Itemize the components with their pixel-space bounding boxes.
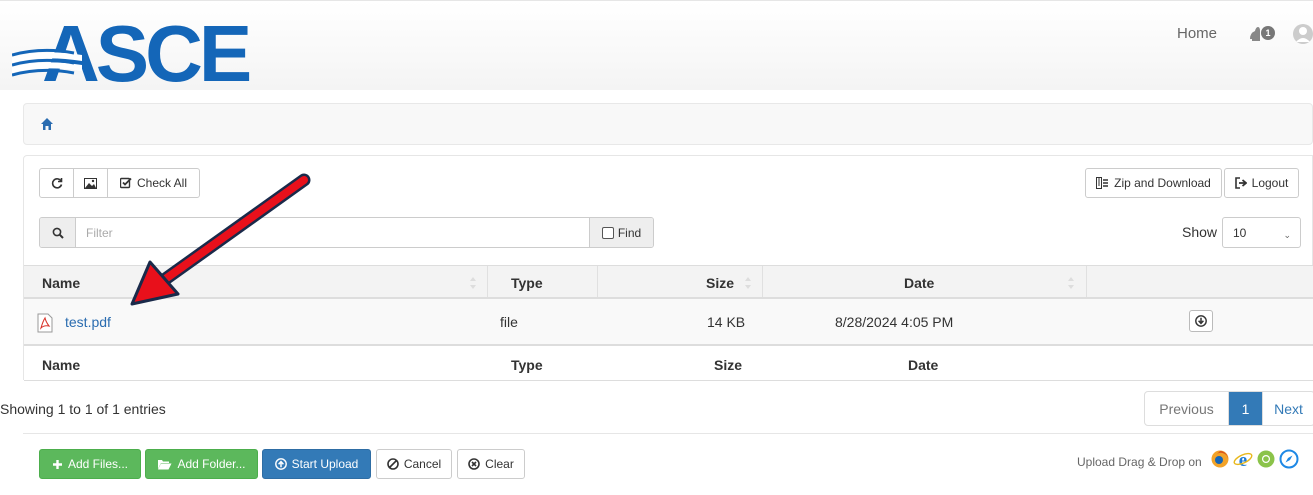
nav-home-link[interactable]: Home bbox=[1177, 25, 1217, 42]
filter-search-addon bbox=[40, 218, 76, 247]
file-type-cell: file bbox=[500, 314, 518, 330]
plus-icon bbox=[52, 459, 62, 469]
file-name-link[interactable]: test.pdf bbox=[65, 314, 111, 330]
column-footer-type: Type bbox=[511, 357, 543, 373]
add-folder-button[interactable]: Add Folder... bbox=[145, 449, 258, 479]
page-header: ASCE Home 1 bbox=[0, 0, 1313, 90]
file-size-cell: 14 KB bbox=[707, 314, 746, 330]
column-header-name[interactable]: Name bbox=[42, 275, 80, 291]
download-button[interactable] bbox=[1189, 310, 1213, 332]
start-upload-button[interactable]: Start Upload bbox=[262, 449, 371, 479]
logout-button[interactable]: Logout bbox=[1224, 168, 1299, 198]
sort-icon[interactable] bbox=[1067, 276, 1075, 290]
zip-download-button[interactable]: Zip and Download bbox=[1085, 168, 1222, 198]
clear-button[interactable]: Clear bbox=[457, 449, 525, 479]
add-files-label: Add Files... bbox=[67, 457, 129, 471]
logo-text: ASCE bbox=[42, 11, 250, 87]
safari-icon bbox=[1279, 449, 1299, 469]
column-footer-name: Name bbox=[42, 357, 81, 373]
ban-icon bbox=[387, 458, 399, 470]
logout-icon bbox=[1234, 177, 1247, 189]
pagination: Previous 1 Next bbox=[1144, 391, 1313, 426]
column-footer-date: Date bbox=[908, 357, 939, 373]
start-upload-label: Start Upload bbox=[291, 457, 359, 471]
pagination-page-1[interactable]: 1 bbox=[1229, 392, 1263, 425]
sort-icon[interactable] bbox=[469, 276, 477, 290]
notification-count: 1 bbox=[1265, 28, 1270, 38]
pdf-icon bbox=[37, 313, 53, 333]
home-icon[interactable] bbox=[40, 117, 54, 131]
search-icon bbox=[52, 227, 64, 239]
chevron-down-icon: ⌄ bbox=[1283, 230, 1291, 240]
zip-archive-icon bbox=[1096, 177, 1109, 189]
clear-label: Clear bbox=[485, 457, 514, 471]
column-header-type[interactable]: Type bbox=[511, 275, 543, 291]
svg-text:e: e bbox=[1239, 450, 1247, 469]
cancel-button[interactable]: Cancel bbox=[376, 449, 452, 479]
column-footer-size: Size bbox=[714, 357, 743, 373]
close-circle-icon bbox=[468, 458, 480, 470]
download-circle-icon bbox=[1195, 315, 1207, 327]
add-folder-label: Add Folder... bbox=[177, 457, 246, 471]
entries-info: Showing 1 to 1 of 1 entries bbox=[0, 401, 166, 417]
show-entries-label: Show bbox=[1182, 224, 1218, 240]
table-footer-row: Name Type Size Date bbox=[24, 344, 1313, 381]
file-date-cell: 8/28/2024 4:05 PM bbox=[835, 314, 954, 330]
ie-icon: e bbox=[1233, 450, 1253, 469]
breadcrumb bbox=[23, 103, 1313, 145]
supported-browsers: e bbox=[1210, 449, 1299, 469]
logout-label: Logout bbox=[1251, 176, 1289, 190]
asce-logo[interactable]: ASCE bbox=[12, 11, 262, 87]
image-icon bbox=[84, 177, 97, 189]
show-entries-value: 10 bbox=[1233, 225, 1247, 240]
find-toggle[interactable]: Find bbox=[589, 218, 653, 247]
sort-icon[interactable] bbox=[744, 276, 752, 290]
column-header-size[interactable]: Size bbox=[706, 275, 734, 291]
find-checkbox[interactable] bbox=[601, 226, 614, 239]
upload-circle-icon bbox=[274, 458, 287, 470]
notification-bell-icon[interactable]: 1 bbox=[1248, 25, 1276, 43]
find-label: Find bbox=[617, 225, 642, 240]
pagination-previous[interactable]: Previous bbox=[1145, 392, 1229, 425]
drag-drop-text: Upload Drag & Drop on bbox=[1077, 455, 1202, 469]
user-avatar-icon[interactable] bbox=[1292, 23, 1313, 45]
folder-open-icon bbox=[158, 459, 172, 469]
zip-download-label: Zip and Download bbox=[1114, 176, 1211, 190]
chrome-icon bbox=[1257, 450, 1275, 468]
annotation-arrow bbox=[130, 173, 311, 306]
show-entries-select[interactable]: 10 ⌄ bbox=[1222, 217, 1301, 248]
image-view-button[interactable] bbox=[74, 169, 108, 197]
refresh-button[interactable] bbox=[40, 169, 74, 197]
add-files-button[interactable]: Add Files... bbox=[39, 449, 141, 479]
column-header-date[interactable]: Date bbox=[904, 275, 934, 291]
refresh-icon bbox=[51, 178, 62, 189]
cancel-label: Cancel bbox=[403, 457, 442, 471]
pagination-next[interactable]: Next bbox=[1263, 392, 1313, 425]
firefox-icon bbox=[1211, 450, 1229, 468]
